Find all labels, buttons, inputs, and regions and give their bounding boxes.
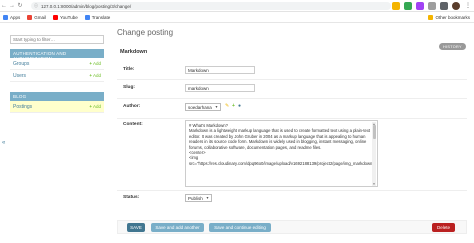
bookmark-label: Apps [10, 14, 21, 20]
object-title: Markdown [120, 49, 148, 55]
module-blog-header[interactable]: BLOG [10, 92, 104, 101]
bookmark-label: YouTube [60, 14, 78, 20]
history-button[interactable]: HISTORY [439, 43, 466, 50]
folder-icon [428, 15, 434, 20]
forward-icon[interactable]: → [8, 0, 16, 12]
puzzle-icon[interactable] [428, 2, 436, 10]
youtube-icon [53, 14, 59, 20]
content-textarea[interactable]: # What's Markdown? Markdown is a lightwe… [185, 120, 378, 187]
status-label: Status: [123, 195, 140, 200]
title-input[interactable]: Markdown [185, 66, 255, 74]
other-bookmarks[interactable]: Other bookmarks [428, 15, 470, 20]
add-icon: + [89, 61, 92, 66]
author-label: Author: [123, 104, 141, 109]
bookmark-label: Translate [91, 14, 111, 20]
module-auth: AUTHENTICATION AND AUTHORIZATION Groups … [10, 49, 104, 82]
bookmark-label: Gmail [34, 14, 47, 20]
address-bar[interactable]: ⓘ 127.0.0.1:8000/admin/blog/posting/3/ch… [31, 2, 391, 10]
translate-icon [84, 14, 90, 20]
bookmark-gmail[interactable]: Gmail [27, 14, 47, 20]
scroll-down-icon[interactable]: ▼ [372, 182, 376, 186]
browser-toolbar: ← → ↻ ⓘ 127.0.0.1:8000/admin/blog/postin… [0, 0, 474, 12]
bookmarks-bar: Apps Gmail YouTube Translate Other bookm… [0, 12, 474, 23]
form-row-status: Status: Publish ▼ [117, 191, 467, 209]
content-line: readers in its source code form. Markdow… [189, 139, 367, 145]
content-main: Change posting HISTORY Markdown Title: M… [117, 28, 467, 202]
url-text: 127.0.0.1:8000/admin/blog/posting/3/chan… [41, 3, 132, 9]
save-button[interactable]: SAVE [127, 223, 145, 232]
submit-row: SAVE Save and add another Save and conti… [117, 220, 467, 234]
author-select[interactable]: soedarhana ▼ [185, 103, 221, 111]
status-select[interactable]: Publish ▼ [185, 194, 212, 202]
form-row-title: Title: Markdown [117, 62, 467, 80]
extension-icon[interactable] [416, 2, 424, 10]
form-row-content: Content: # What's Markdown? Markdown is … [117, 119, 467, 191]
menu-icon[interactable]: ⋮ [464, 2, 472, 10]
groups-add-link[interactable]: + Add [89, 61, 101, 66]
module-auth-header[interactable]: AUTHENTICATION AND AUTHORIZATION [10, 49, 104, 61]
form-row-author: Author: soedarhana ▼ ✎ + ● [117, 99, 467, 119]
sidebar-item-postings: Postings + Add [10, 101, 104, 113]
chevron-down-icon: ▼ [205, 196, 210, 200]
edit-related-icon[interactable]: ✎ [225, 103, 229, 109]
extension-icon[interactable] [404, 2, 412, 10]
content-line: src="https://res.cloudinary.com/dpq96o0/… [189, 160, 373, 166]
postings-link[interactable]: Postings [13, 104, 32, 110]
add-related-icon[interactable]: + [232, 103, 235, 109]
users-link[interactable]: Users [13, 73, 26, 79]
sidebar-item-groups: Groups + Add [10, 58, 104, 70]
add-label: Add [92, 104, 101, 109]
delete-button[interactable]: Delete [432, 223, 455, 232]
scrollbar-thumb[interactable] [372, 125, 376, 139]
save-add-another-button[interactable]: Save and add another [151, 223, 204, 232]
bookmark-apps[interactable]: Apps [3, 14, 21, 20]
add-label: Add [92, 61, 101, 66]
bookmark-youtube[interactable]: YouTube [53, 14, 78, 20]
back-icon[interactable]: ← [0, 0, 8, 12]
profile-avatar[interactable] [452, 2, 460, 10]
extension-icon[interactable] [392, 2, 400, 10]
info-icon[interactable]: ⓘ [34, 3, 38, 9]
nav-filter-input[interactable] [10, 35, 104, 44]
add-icon: + [89, 104, 92, 109]
sidebar-item-users: Users + Add [10, 70, 104, 82]
module-blog: BLOG Postings + Add [10, 92, 104, 113]
users-add-link[interactable]: + Add [89, 73, 101, 78]
view-related-icon[interactable]: ● [238, 103, 241, 109]
status-select-value: Publish [188, 195, 203, 201]
postings-add-link[interactable]: + Add [89, 104, 101, 109]
slug-label: Slug: [123, 85, 135, 90]
gmail-icon [27, 14, 33, 20]
extension-icons: ⋮ [392, 2, 472, 10]
other-bookmarks-label: Other bookmarks [435, 15, 470, 20]
page-title: Change posting [117, 28, 174, 37]
form-row-slug: Slug: markdown [117, 80, 467, 99]
add-label: Add [92, 73, 101, 78]
apps-icon [3, 14, 8, 20]
content-label: Content: [123, 122, 143, 127]
author-select-value: soedarhana [188, 104, 212, 110]
sidebar-icon[interactable] [440, 2, 448, 10]
save-continue-button[interactable]: Save and continue editing [209, 223, 271, 232]
textarea-scrollbar[interactable]: ▲ ▼ [372, 122, 376, 186]
reload-icon[interactable]: ↻ [16, 0, 24, 12]
nav-sidebar: AUTHENTICATION AND AUTHORIZATION Groups … [10, 28, 104, 113]
toggle-sidebar-button[interactable]: « [2, 140, 5, 146]
title-label: Title: [123, 67, 135, 72]
add-icon: + [89, 73, 92, 78]
chevron-down-icon: ▼ [214, 105, 219, 109]
slug-input[interactable]: markdown [185, 84, 255, 92]
bookmark-translate[interactable]: Translate [84, 14, 111, 20]
groups-link[interactable]: Groups [13, 61, 29, 67]
